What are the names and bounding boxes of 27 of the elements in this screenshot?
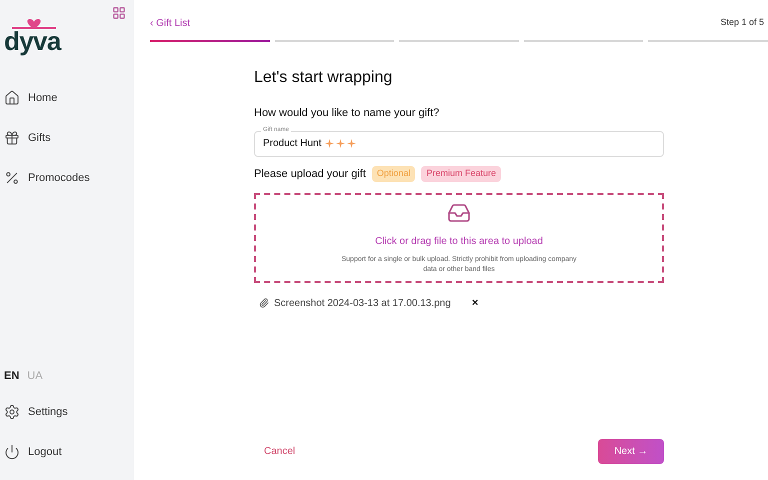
inbox-icon (447, 201, 471, 225)
settings-icon (4, 404, 20, 420)
language-option[interactable]: EN (4, 368, 20, 384)
percent-icon (4, 170, 20, 186)
upload-label: Please upload your gift (254, 166, 366, 182)
field-value: Product Hunt (263, 137, 322, 151)
nav-link[interactable]: Settings (28, 404, 68, 420)
next-button[interactable]: Next → (598, 439, 664, 464)
badge: Premium Feature (421, 166, 501, 182)
logout-icon (4, 444, 20, 460)
apps-grid-icon[interactable] (112, 6, 126, 20)
paperclip-icon (259, 298, 269, 308)
gift-icon (4, 130, 20, 146)
nav-link[interactable]: Home (28, 90, 58, 106)
nav-link[interactable]: Gifts (28, 130, 51, 146)
nav-link[interactable]: Promocodes (28, 170, 90, 186)
badge: Optional (372, 166, 416, 182)
home-icon (4, 90, 20, 106)
question-text: How would you like to name your gift? (254, 106, 440, 121)
step-counter: Step 1 of 5 (720, 16, 764, 30)
page-title: Let's start wrapping (254, 68, 394, 88)
dropzone-title: Click or drag file to this area to upload (375, 235, 543, 249)
nav-link[interactable]: Logout (28, 444, 62, 460)
remove-file-button[interactable]: × (472, 295, 478, 312)
cancel-button[interactable]: Cancel (264, 444, 296, 459)
file-name: Screenshot 2024-03-13 at 17.00.13.png (274, 296, 451, 311)
back-link[interactable]: ‹ Gift List (150, 16, 190, 30)
